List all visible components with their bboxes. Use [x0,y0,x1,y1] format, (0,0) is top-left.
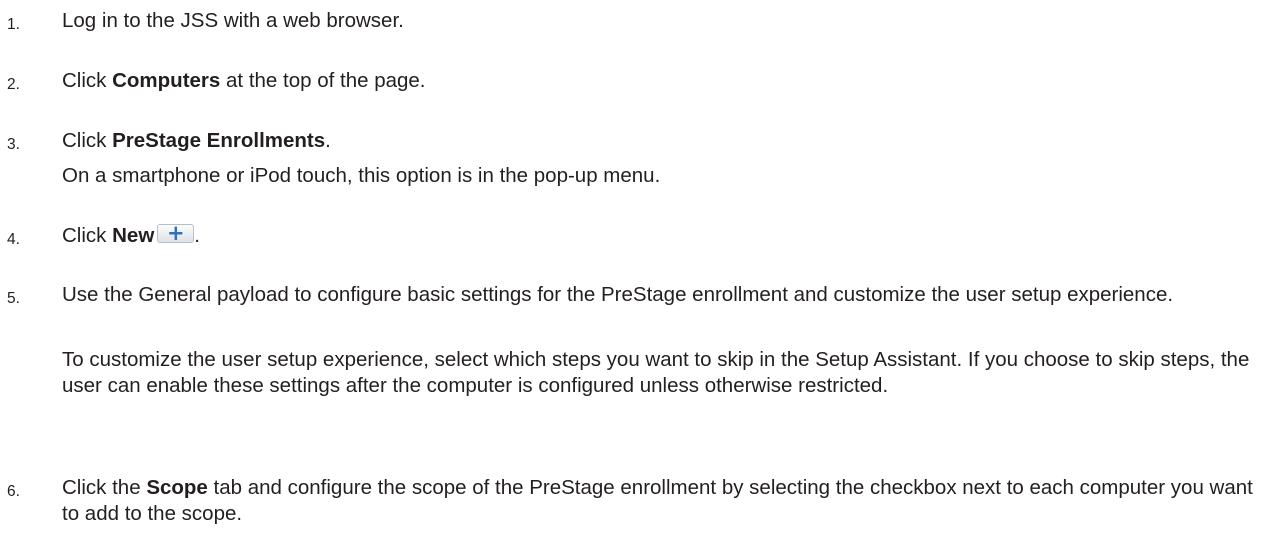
step-text: Click PreStage Enrollments. [62,128,1273,154]
step-note: On a smartphone or iPod touch, this opti… [62,164,661,187]
step-text: Log in to the JSS with a web browser. [62,9,404,32]
step-text-prefix: Click [62,224,113,247]
step-text-prefix: Click the [62,476,147,499]
step-text-suffix: at the top of the page. [220,69,426,92]
ui-term-computers: Computers [112,69,221,92]
new-button-image: + [157,221,195,245]
step-text-suffix: . [325,129,331,152]
ui-term-new: New [112,224,155,247]
step-text-prefix: Click [62,69,113,92]
step-text: Click New +. [62,221,1273,249]
step-number: 3. [7,136,20,153]
step-text: Use the General payload to configure bas… [62,283,1174,306]
step-number: 4. [7,231,20,248]
step-text-prefix: Click [62,129,113,152]
ui-term-prestage-enrollments: PreStage Enrollments [112,129,326,152]
step-number: 6. [7,483,20,500]
plus-icon: + [166,221,185,245]
step-number: 1. [7,16,20,33]
ui-term-scope: Scope [146,476,208,499]
step-number: 5. [7,290,20,307]
step-note: To customize the user setup experience, … [62,348,1250,397]
step-text: Click Computers at the top of the page. [62,68,1273,94]
step-number: 2. [7,76,20,93]
step-text-suffix: tab and configure the scope of the PreSt… [62,476,1253,525]
step-text-suffix: . [194,224,200,247]
step-text: Click the Scope tab and configure the sc… [62,475,1273,526]
